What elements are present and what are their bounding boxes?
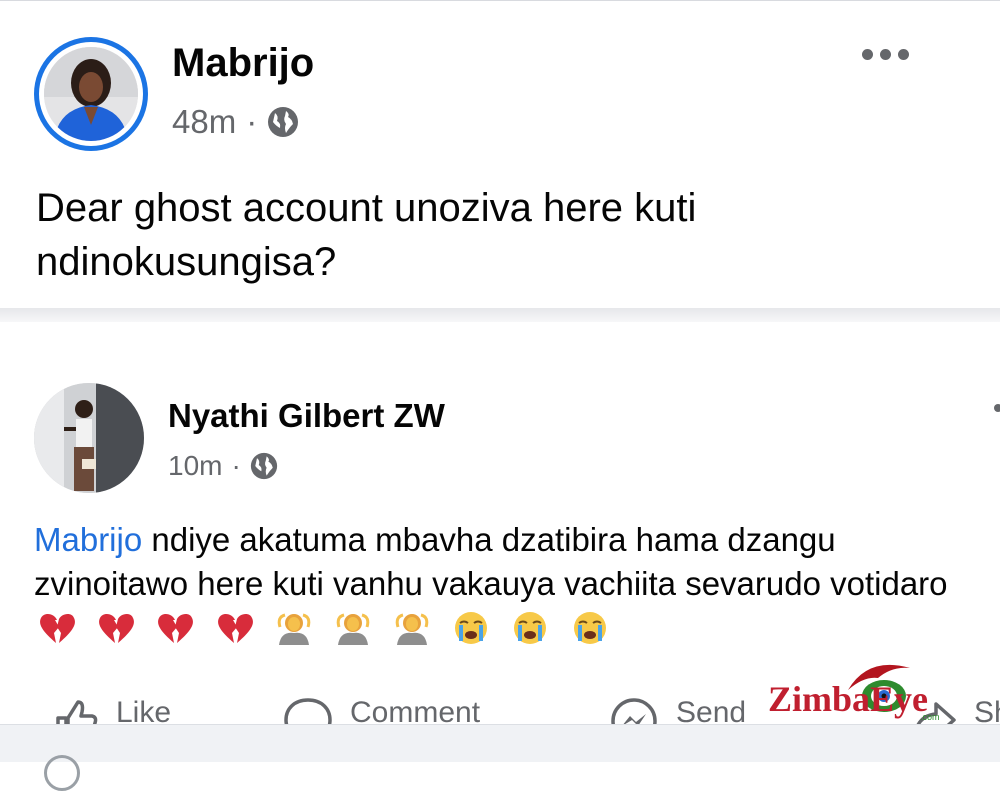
post-text: Dear ghost account unoziva here kuti ndi…: [36, 186, 697, 284]
share-label: Share: [974, 696, 1000, 724]
send-label: Send: [676, 696, 747, 724]
globe-icon: [268, 107, 299, 137]
post-meta: 48m ·: [172, 103, 299, 141]
person-gesturing-ok-emoji: [277, 613, 310, 645]
comment-icon: [284, 698, 332, 724]
watermark-brand: ZimbaEye: [768, 679, 929, 719]
more-dot: [880, 49, 891, 60]
comment-composer-strip: [0, 724, 1000, 791]
comment-button[interactable]: Comment: [282, 696, 480, 724]
post-card: Mabrijo 48m · Dear ghost account unoziva…: [0, 0, 1000, 309]
meta-separator: ·: [231, 450, 241, 481]
emoji-row: [34, 609, 617, 646]
person-gesturing-ok-emoji: [395, 613, 429, 645]
mention-link[interactable]: Mabrijo: [34, 521, 142, 558]
broken-heart-emoji: [40, 613, 75, 643]
broken-heart-emoji: [99, 613, 135, 643]
shared-author-name[interactable]: Nyathi Gilbert ZW: [168, 397, 445, 435]
loudly-crying-face-emoji: [514, 612, 547, 644]
broken-heart-emoji: [158, 613, 194, 643]
messenger-icon: [611, 698, 657, 724]
more-dot: [898, 49, 909, 60]
shared-post-body: ndiye akatuma mbavha dzatibira hama dzan…: [34, 521, 948, 602]
send-button[interactable]: Send: [608, 696, 746, 724]
more-dot: [862, 49, 873, 60]
watermark-domain: .com: [920, 712, 940, 722]
comment-label: Comment: [350, 696, 481, 724]
shared-post-time[interactable]: 10m: [168, 450, 222, 482]
author-name[interactable]: Mabrijo: [172, 41, 314, 86]
meta-separator: ·: [246, 103, 258, 140]
broken-heart-emoji: [217, 613, 253, 643]
shared-post-meta: 10m ·: [168, 450, 278, 482]
like-icon: [56, 700, 98, 724]
more-options-icon[interactable]: [994, 404, 1000, 412]
like-label: Like: [116, 696, 172, 724]
feed-divider: [0, 308, 1000, 322]
like-button[interactable]: Like: [52, 696, 171, 724]
more-options-button[interactable]: [862, 49, 909, 60]
composer-avatar[interactable]: [44, 755, 80, 791]
watermark-logo: ZimbaEye .com: [760, 656, 960, 728]
globe-icon: [250, 452, 277, 480]
person-gesturing-ok-emoji: [336, 613, 370, 645]
shared-post-text: Mabrijo ndiye akatuma mbavha dzatibira h…: [34, 518, 974, 650]
author-avatar[interactable]: [34, 37, 148, 151]
loudly-crying-face-emoji: [455, 612, 488, 644]
post-time[interactable]: 48m: [172, 103, 236, 141]
loudly-crying-face-emoji: [573, 612, 606, 644]
shared-author-avatar[interactable]: [34, 383, 144, 493]
